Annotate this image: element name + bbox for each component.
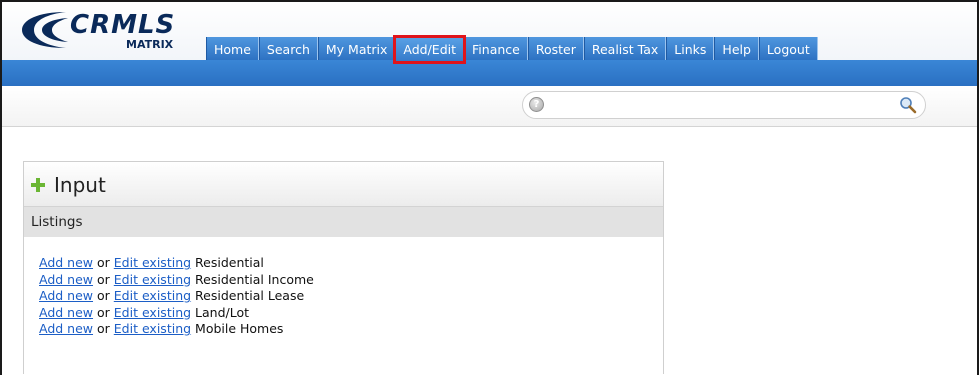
edit-existing-link[interactable]: Edit existing [114, 321, 191, 336]
nav-search[interactable]: Search [258, 37, 318, 62]
nav-home[interactable]: Home [206, 37, 259, 62]
listing-rows: Add new or Edit existing Residential Add… [39, 255, 314, 338]
help-circle-icon[interactable]: ? [529, 97, 544, 112]
panel-header: Input [24, 162, 663, 206]
edit-existing-link[interactable]: Edit existing [114, 305, 191, 320]
nav-help[interactable]: Help [714, 37, 759, 62]
section-title: Listings [31, 214, 83, 230]
nav-logout[interactable]: Logout [758, 37, 818, 62]
edit-existing-link[interactable]: Edit existing [114, 272, 191, 287]
add-new-link[interactable]: Add new [39, 255, 93, 270]
edit-existing-link[interactable]: Edit existing [114, 255, 191, 270]
or-text: or [97, 288, 110, 303]
nav-links[interactable]: Links [666, 37, 715, 62]
listing-type: Land/Lot [195, 304, 250, 320]
add-new-link[interactable]: Add new [39, 272, 93, 287]
list-item: Add new or Edit existing Residential Inc… [39, 272, 314, 289]
add-new-link[interactable]: Add new [39, 288, 93, 303]
or-text: or [97, 304, 110, 320]
search-input[interactable] [551, 95, 895, 115]
list-item: Add new or Edit existing Land/Lot [39, 305, 314, 322]
magnifier-icon[interactable] [899, 96, 917, 114]
logo-name: CRMLS [70, 10, 176, 40]
nav-my-matrix[interactable]: My Matrix [317, 37, 396, 62]
or-text: or [97, 271, 110, 287]
or-text: or [97, 321, 110, 336]
add-new-link[interactable]: Add new [39, 305, 93, 320]
nav-add-edit[interactable]: Add/Edit [393, 35, 467, 64]
search-box: ? [522, 91, 926, 119]
listings-section-header: Listings [24, 206, 663, 237]
listing-type: Mobile Homes [195, 321, 284, 336]
logo-swoosh-icon [22, 12, 68, 48]
listing-type: Residential Lease [195, 288, 305, 303]
edit-existing-link[interactable]: Edit existing [114, 288, 191, 303]
or-text: or [97, 255, 110, 270]
nav-roster[interactable]: Roster [527, 37, 584, 62]
listing-type: Residential [195, 255, 264, 270]
subnav-bar [2, 60, 977, 86]
add-new-link[interactable]: Add new [39, 321, 93, 336]
logo-subtitle: MATRIX [126, 38, 174, 51]
nav-realist-tax[interactable]: Realist Tax [583, 37, 667, 62]
crmls-matrix-logo[interactable]: CRMLS MATRIX [18, 8, 188, 52]
list-item: Add new or Edit existing Mobile Homes [39, 321, 314, 338]
plus-icon [31, 178, 45, 192]
listing-type: Residential Income [195, 271, 314, 287]
list-item: Add new or Edit existing Residential [39, 255, 314, 272]
panel-title: Input [54, 173, 106, 197]
input-panel: Input Listings Add new or Edit existing … [23, 161, 664, 374]
main-nav: Home Search My Matrix Add/Edit Finance R… [206, 35, 818, 64]
search-bar: ? [2, 86, 977, 127]
list-item: Add new or Edit existing Residential Lea… [39, 288, 314, 305]
header: CRMLS MATRIX Home Search My Matrix Add/E… [2, 2, 977, 64]
nav-finance[interactable]: Finance [464, 37, 528, 62]
